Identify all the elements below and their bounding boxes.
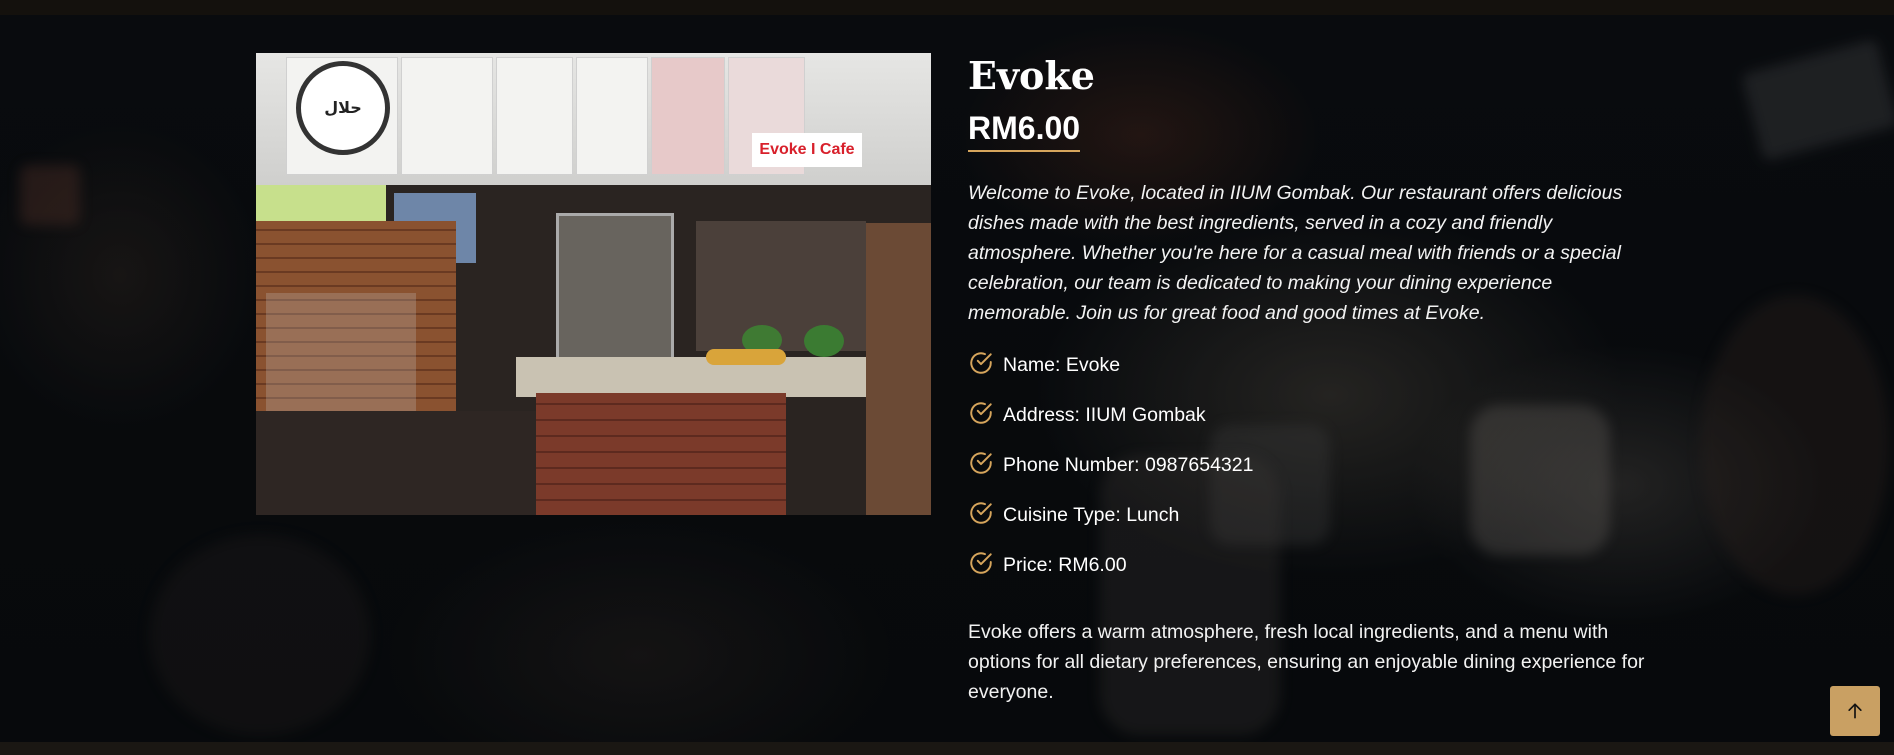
back-to-top-button[interactable] bbox=[1830, 686, 1880, 736]
photo-brick-counter bbox=[536, 393, 786, 515]
detail-item-name: Name: Evoke bbox=[968, 351, 1253, 401]
photo-menu-board bbox=[496, 57, 573, 175]
detail-item-cuisine: Cuisine Type: Lunch bbox=[968, 501, 1253, 551]
detail-item-phone: Phone Number: 0987654321 bbox=[968, 451, 1253, 501]
halal-logo: حلال bbox=[296, 61, 390, 155]
detail-label: Address: IIUM Gombak bbox=[1003, 404, 1206, 426]
check-circle-icon bbox=[970, 552, 992, 574]
detail-label: Phone Number: 0987654321 bbox=[1003, 454, 1254, 476]
photo-menu-board bbox=[651, 57, 725, 175]
detail-label: Name: Evoke bbox=[1003, 354, 1121, 376]
photo-fruits bbox=[706, 349, 786, 365]
detail-item-price: Price: RM6.00 bbox=[968, 551, 1253, 601]
restaurant-summary: Evoke offers a warm atmosphere, fresh lo… bbox=[968, 621, 1645, 703]
restaurant-photo: حلال Evoke I Cafe bbox=[256, 53, 931, 515]
detail-label: Cuisine Type: Lunch bbox=[1003, 504, 1180, 526]
photo-door bbox=[866, 223, 931, 515]
detail-label: Price: RM6.00 bbox=[1003, 554, 1127, 576]
detail-item-address: Address: IIUM Gombak bbox=[968, 401, 1253, 451]
check-circle-icon bbox=[970, 352, 992, 374]
photo-menu-board bbox=[576, 57, 648, 175]
photo-wall bbox=[256, 185, 386, 221]
top-bar bbox=[0, 0, 1894, 15]
check-circle-icon bbox=[970, 402, 992, 424]
photo-floor bbox=[256, 411, 536, 515]
photo-menu-board bbox=[401, 57, 493, 175]
restaurant-title: Evoke bbox=[968, 53, 1095, 98]
check-circle-icon bbox=[970, 452, 992, 474]
restaurant-description: Welcome to Evoke, located in IIUM Gombak… bbox=[968, 182, 1623, 324]
bottom-bar bbox=[0, 742, 1894, 755]
restaurant-price: RM6.00 bbox=[968, 108, 1081, 152]
photo-display-case bbox=[556, 213, 674, 369]
cafe-sign: Evoke I Cafe bbox=[752, 133, 862, 167]
check-circle-icon bbox=[970, 502, 992, 524]
photo-countertop bbox=[516, 357, 878, 397]
arrow-up-icon bbox=[1848, 703, 1862, 719]
restaurant-details-list: Name: Evoke Address: IIUM Gombak Phone N… bbox=[968, 351, 1253, 601]
photo-watermelon bbox=[804, 325, 844, 357]
